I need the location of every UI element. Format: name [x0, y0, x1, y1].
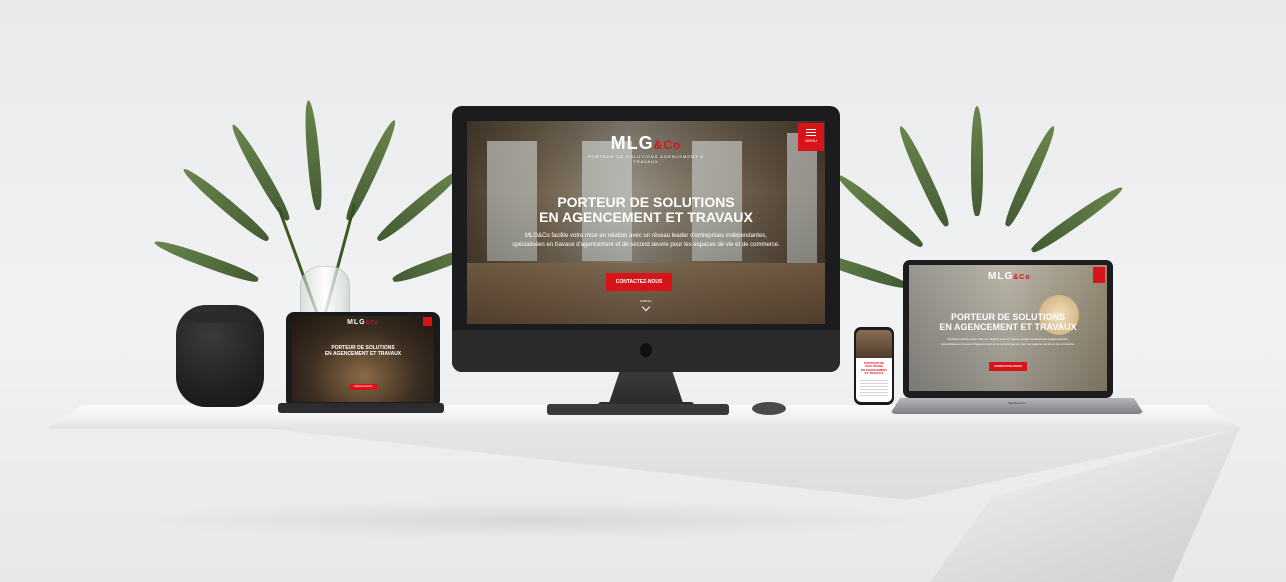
hero-subtitle: MLG&Co facilite votre mise en relation a…: [471, 232, 821, 250]
mouse: [752, 402, 786, 415]
ipad-contact-button[interactable]: CONTACTEZ-NOUS: [349, 384, 377, 390]
site-tagline: PORTEUR DE SOLUTIONS AGENCEMENT & TRAVAU…: [587, 154, 705, 164]
hamburger-icon: [806, 129, 816, 130]
menu-button[interactable]: MENU: [798, 123, 824, 151]
smart-speaker: [176, 305, 264, 407]
phone-hero-title: PORTEUR DE SOLUTIONS EN AGENCEMENT ET TR…: [860, 361, 888, 376]
hero-title: PORTEUR DE SOLUTIONS EN AGENCEMENT ET TR…: [506, 194, 786, 226]
logo-main: MLG: [610, 133, 654, 153]
laptop-menu-button[interactable]: [1093, 267, 1105, 283]
ipad-menu-button[interactable]: [423, 317, 432, 326]
hero-title-line1: PORTEUR DE SOLUTIONS: [557, 194, 735, 210]
ipad-screen: MLG&Co PORTEUR DE SOLUTIONS EN AGENCEMEN…: [292, 316, 434, 402]
ipad-hero-title: PORTEUR DE SOLUTIONS EN AGENCEMENT ET TR…: [324, 345, 402, 357]
ipad-keyboard: [278, 403, 444, 413]
laptop-logo: MLG&Co: [988, 271, 1031, 282]
imac-chin: [452, 330, 840, 372]
hero-subtitle-line2: spécialisées en travaux d'agencement et …: [512, 242, 780, 248]
contact-button[interactable]: CONTACTEZ-NOUS: [606, 273, 672, 291]
imac-screen: MLG&Co PORTEUR DE SOLUTIONS AGENCEMENT &…: [467, 121, 825, 324]
site-logo[interactable]: MLG&Co: [606, 133, 686, 154]
imac-stand: [608, 372, 684, 406]
laptop-screen: MLG&Co PORTEUR DE SOLUTIONS EN AGENCEMEN…: [909, 265, 1107, 391]
keyboard: [547, 404, 729, 415]
phone-screen: PORTEUR DE SOLUTIONS EN AGENCEMENT ET TR…: [856, 330, 892, 402]
laptop-hero-title: PORTEUR DE SOLUTIONS EN AGENCEMENT ET TR…: [939, 312, 1077, 332]
desk-shadow: [120, 500, 940, 540]
scroll-indicator[interactable]: SCROLL: [631, 299, 661, 312]
hero-title-line2: EN AGENCEMENT ET TRAVAUX: [539, 209, 753, 226]
menu-label: MENU: [805, 138, 817, 143]
laptop-base: MacBook Pro: [890, 398, 1144, 414]
laptop-contact-button[interactable]: CONTACTEZ-NOUS: [989, 362, 1027, 371]
hero-subtitle-line1: MLG&Co facilite votre mise en relation a…: [525, 233, 767, 239]
laptop-label: MacBook Pro: [1007, 401, 1026, 405]
apple-logo-icon: [640, 343, 652, 357]
laptop-hero-subtitle: MLG&Co facilite votre mise en relation a…: [941, 337, 1075, 346]
scroll-arrow-icon: [641, 302, 651, 312]
ipad-logo: MLG&Co: [347, 319, 379, 326]
logo-accent: &Co: [653, 138, 682, 152]
